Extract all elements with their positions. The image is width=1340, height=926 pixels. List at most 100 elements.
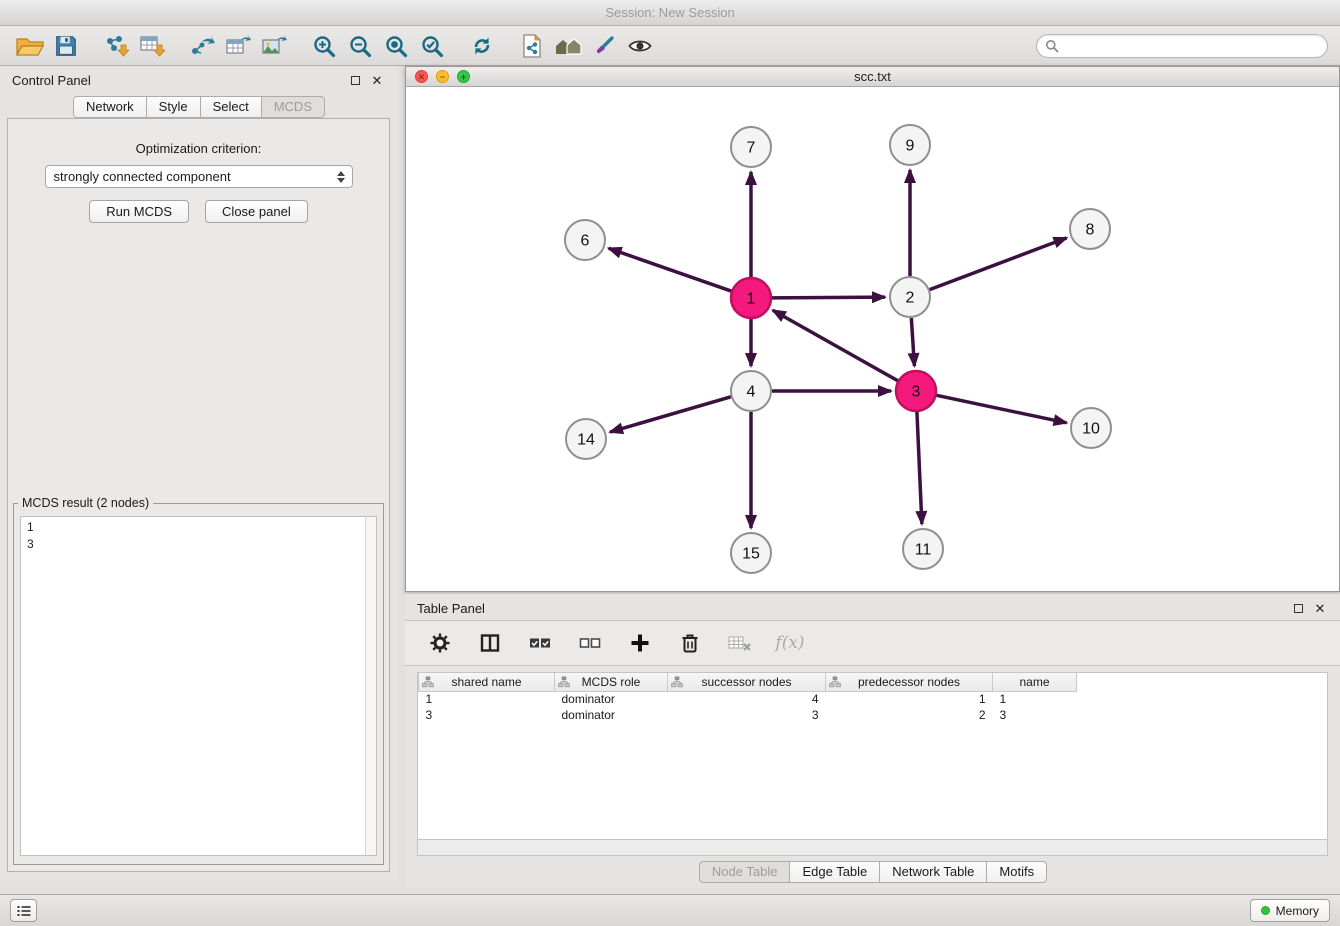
show-columns-button[interactable] [475,628,505,658]
search-input[interactable] [1064,38,1319,53]
run-mcds-button[interactable]: Run MCDS [89,200,189,223]
gear-icon [430,633,450,653]
close-panel-button-mcds[interactable]: Close panel [205,200,308,223]
cell-shared-name[interactable]: 1 [419,691,555,707]
table-horizontal-scrollbar[interactable] [417,840,1328,856]
graph-edge-3-1[interactable] [773,310,898,380]
zoom-in-button[interactable] [306,30,342,62]
tab-style[interactable]: Style [146,96,201,118]
graph-node-label-1: 1 [747,291,756,308]
show-graphics-details-button[interactable] [622,30,658,62]
column-header-successor-nodes[interactable]: successor nodes [668,673,826,691]
mcds-result-textarea[interactable]: 1 3 [20,516,377,856]
export-table-button[interactable] [220,30,256,62]
toolbar-separator [170,45,184,46]
cell-successor-nodes[interactable]: 3 [668,707,826,723]
cell-shared-name[interactable]: 3 [419,707,555,723]
cell-predecessor-nodes[interactable]: 1 [826,691,993,707]
network-graph[interactable]: 7968124314101511 [406,87,1339,591]
control-panel-tabs: Network Style Select MCDS [0,96,397,118]
table-toolbar: f(x) [405,620,1340,666]
memory-button[interactable]: Memory [1250,899,1330,922]
maximize-window-button[interactable]: + [457,70,470,83]
close-table-panel-button[interactable]: ✕ [1312,600,1328,616]
graph-node-label-7: 7 [747,140,756,157]
table-row[interactable]: 3 dominator 3 2 3 [419,707,1077,723]
float-panel-button[interactable] [347,72,363,88]
zoom-out-button[interactable] [342,30,378,62]
column-header-name[interactable]: name [993,673,1077,691]
graph-edge-1-2[interactable] [772,297,885,298]
graph-node-label-3: 3 [912,384,921,401]
close-panel-button[interactable]: ✕ [369,72,385,88]
mcds-button-row: Run MCDS Close panel [8,200,389,223]
tab-select[interactable]: Select [200,96,262,118]
network-window-titlebar: ✕ − + scc.txt [406,67,1339,87]
export-image-button[interactable] [256,30,292,62]
cell-predecessor-nodes[interactable]: 2 [826,707,993,723]
delete-table-button[interactable] [725,628,755,658]
tab-node-table[interactable]: Node Table [699,861,791,883]
table-row[interactable]: 1 dominator 4 1 1 [419,691,1077,707]
zoom-fit-button[interactable] [378,30,414,62]
plus-icon [630,633,650,653]
tab-edge-table[interactable]: Edge Table [789,861,880,883]
add-column-button[interactable] [625,628,655,658]
node-table: shared name MCDS role successor nodes pr… [418,673,1077,723]
delete-column-button[interactable] [675,628,705,658]
toolbar-separator [84,45,98,46]
export-network-button[interactable] [184,30,220,62]
network-canvas[interactable]: 7968124314101511 [406,87,1339,591]
import-network-button[interactable] [98,30,134,62]
import-table-button[interactable] [134,30,170,62]
refresh-layout-button[interactable] [464,30,500,62]
graph-edge-2-3[interactable] [911,318,914,366]
export-network-icon [189,34,215,58]
network-document-icon [520,33,544,59]
cell-successor-nodes[interactable]: 4 [668,691,826,707]
cell-name[interactable]: 1 [993,691,1077,707]
cell-mcds-role[interactable]: dominator [555,707,668,723]
minimize-window-button[interactable]: − [436,70,449,83]
network-document-button[interactable] [514,30,550,62]
deselect-all-columns-button[interactable] [575,628,605,658]
float-icon [351,76,360,85]
column-header-predecessor-nodes[interactable]: predecessor nodes [826,673,993,691]
mcds-result-group: MCDS result (2 nodes) 1 3 [13,496,384,865]
search-icon [1045,39,1059,53]
export-image-icon [261,34,287,58]
home-button[interactable] [550,30,586,62]
zoom-selected-button[interactable] [414,30,450,62]
task-history-button[interactable] [10,899,37,922]
graph-node-label-8: 8 [1086,222,1095,239]
tab-network[interactable]: Network [73,96,147,118]
select-all-columns-button[interactable] [525,628,555,658]
open-folder-button[interactable] [12,30,48,62]
result-scrollbar[interactable] [365,517,376,855]
cell-mcds-role[interactable]: dominator [555,691,668,707]
search-box [1036,34,1328,58]
column-header-mcds-role[interactable]: MCDS role [555,673,668,691]
save-session-button[interactable] [48,30,84,62]
close-window-button[interactable]: ✕ [415,70,428,83]
table-settings-button[interactable] [425,628,455,658]
tab-network-table[interactable]: Network Table [879,861,987,883]
graph-node-label-6: 6 [581,233,590,250]
style-brush-button[interactable] [586,30,622,62]
float-table-panel-button[interactable] [1290,600,1306,616]
column-header-shared-name[interactable]: shared name [419,673,555,691]
list-icon [16,904,32,918]
function-builder-button[interactable]: f(x) [775,628,805,658]
cell-name[interactable]: 3 [993,707,1077,723]
tab-motifs[interactable]: Motifs [986,861,1047,883]
panel-splitter[interactable] [397,66,405,894]
criterion-dropdown[interactable]: strongly connected component [45,165,353,188]
tab-mcds[interactable]: MCDS [261,96,325,118]
graph-edge-1-6[interactable] [609,248,732,291]
graph-edge-3-10[interactable] [937,395,1067,422]
graph-edge-2-8[interactable] [930,238,1067,290]
import-table-icon [139,34,165,58]
table-panel-title: Table Panel [417,601,1284,616]
graph-edge-3-11[interactable] [917,412,922,524]
graph-edge-4-14[interactable] [610,397,731,432]
